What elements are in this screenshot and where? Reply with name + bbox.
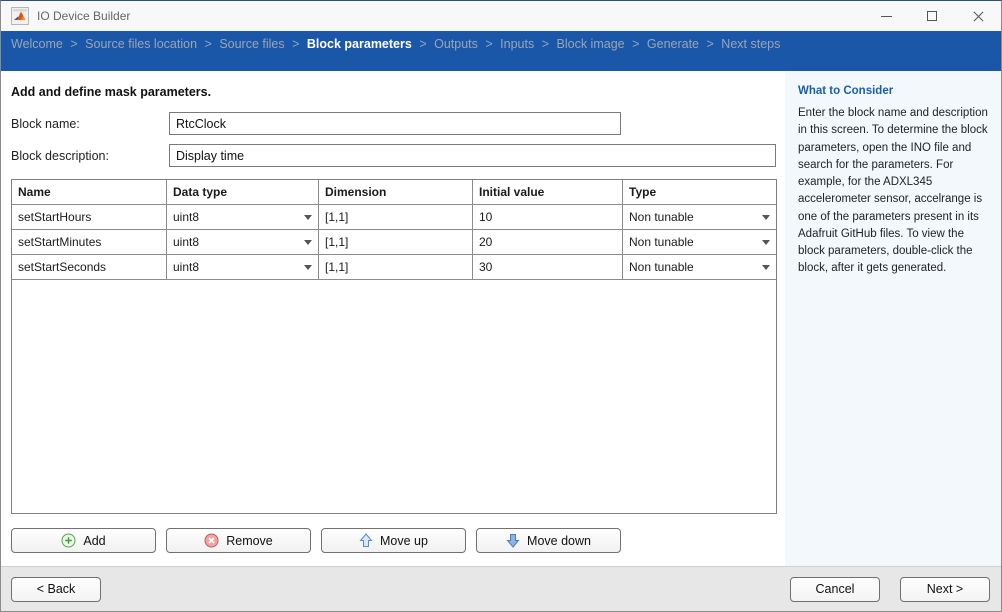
- window-title: IO Device Builder: [37, 9, 130, 23]
- table-header-row: Name Data type Dimension Initial value T…: [12, 180, 776, 205]
- titlebar: IO Device Builder: [1, 1, 1001, 31]
- cell-type[interactable]: Non tunable: [623, 230, 776, 254]
- main-panel: Add and define mask parameters. Block na…: [1, 71, 785, 566]
- what-to-consider-panel: What to Consider Enter the block name an…: [785, 71, 1001, 566]
- cell-dimension[interactable]: [1,1]: [319, 205, 473, 229]
- breadcrumb-separator: >: [707, 37, 714, 51]
- column-header-data-type: Data type: [167, 180, 319, 204]
- parameters-table: Name Data type Dimension Initial value T…: [11, 179, 777, 514]
- dropdown-arrow-icon[interactable]: [304, 215, 312, 220]
- dropdown-arrow-icon[interactable]: [304, 265, 312, 270]
- cell-type-value: Non tunable: [629, 260, 694, 274]
- cell-type[interactable]: Non tunable: [623, 255, 776, 279]
- breadcrumb-separator: >: [485, 37, 492, 51]
- cell-name[interactable]: setStartSeconds: [12, 255, 167, 279]
- table-row: setStartHours uint8 [1,1] 10 Non tunable: [12, 205, 776, 230]
- cell-data-type[interactable]: uint8: [167, 255, 319, 279]
- next-button[interactable]: Next >: [900, 577, 990, 602]
- move-down-button-label: Move down: [527, 534, 591, 548]
- add-button[interactable]: Add: [11, 528, 156, 553]
- remove-button[interactable]: Remove: [166, 528, 311, 553]
- breadcrumb-separator: >: [205, 37, 212, 51]
- cell-initial-value[interactable]: 10: [473, 205, 623, 229]
- move-up-button-label: Move up: [380, 534, 428, 548]
- cell-initial-value[interactable]: 20: [473, 230, 623, 254]
- cell-data-type-value: uint8: [173, 235, 199, 249]
- move-up-icon: [359, 533, 373, 548]
- column-header-initial-value: Initial value: [473, 180, 623, 204]
- breadcrumb-item-generate: Generate: [647, 37, 699, 51]
- column-header-name: Name: [12, 180, 167, 204]
- breadcrumb-separator: >: [542, 37, 549, 51]
- breadcrumb-item-block-parameters: Block parameters: [307, 37, 412, 51]
- block-description-input[interactable]: [169, 144, 776, 167]
- move-up-button[interactable]: Move up: [321, 528, 466, 553]
- breadcrumb-item-outputs: Outputs: [434, 37, 478, 51]
- breadcrumb-item-welcome: Welcome: [11, 37, 63, 51]
- maximize-icon: [927, 11, 937, 21]
- breadcrumb-bar: Welcome > Source files location > Source…: [1, 31, 1001, 71]
- block-name-input[interactable]: [169, 112, 621, 135]
- cell-type-value: Non tunable: [629, 235, 694, 249]
- io-device-builder-window: IO Device Builder Welcome > Source files…: [0, 0, 1002, 612]
- block-name-label: Block name:: [11, 117, 169, 131]
- cell-data-type[interactable]: uint8: [167, 205, 319, 229]
- cell-name[interactable]: setStartMinutes: [12, 230, 167, 254]
- table-row: setStartMinutes uint8 [1,1] 20 Non tunab…: [12, 230, 776, 255]
- footer-bar: < Back Cancel Next >: [1, 566, 1001, 611]
- matlab-logo-icon: [11, 7, 29, 25]
- breadcrumb-separator: >: [70, 37, 77, 51]
- breadcrumb-separator: >: [292, 37, 299, 51]
- dropdown-arrow-icon[interactable]: [304, 240, 312, 245]
- breadcrumb-separator: >: [419, 37, 426, 51]
- cell-initial-value[interactable]: 30: [473, 255, 623, 279]
- cancel-button[interactable]: Cancel: [790, 577, 880, 602]
- dropdown-arrow-icon[interactable]: [762, 240, 770, 245]
- cell-type[interactable]: Non tunable: [623, 205, 776, 229]
- page-heading: Add and define mask parameters.: [11, 85, 785, 99]
- breadcrumb-item-block-image: Block image: [557, 37, 625, 51]
- block-description-label: Block description:: [11, 149, 169, 163]
- close-icon: [972, 10, 985, 23]
- move-down-icon: [506, 533, 520, 548]
- breadcrumb-item-inputs: Inputs: [500, 37, 534, 51]
- add-icon: [61, 533, 76, 548]
- dropdown-arrow-icon[interactable]: [762, 215, 770, 220]
- cell-data-type[interactable]: uint8: [167, 230, 319, 254]
- add-button-label: Add: [83, 534, 105, 548]
- breadcrumb-separator: >: [632, 37, 639, 51]
- minimize-button[interactable]: [863, 1, 909, 31]
- maximize-button[interactable]: [909, 1, 955, 31]
- close-button[interactable]: [955, 1, 1001, 31]
- cell-data-type-value: uint8: [173, 210, 199, 224]
- window-controls: [863, 1, 1001, 31]
- what-to-consider-title: What to Consider: [798, 85, 991, 97]
- cell-dimension[interactable]: [1,1]: [319, 230, 473, 254]
- dropdown-arrow-icon[interactable]: [762, 265, 770, 270]
- back-button[interactable]: < Back: [11, 577, 101, 602]
- column-header-type: Type: [623, 180, 776, 204]
- cell-data-type-value: uint8: [173, 260, 199, 274]
- remove-icon: [204, 533, 219, 548]
- table-empty-area: [12, 280, 776, 513]
- what-to-consider-text: Enter the block name and description in …: [798, 105, 991, 278]
- breadcrumb-item-next-steps: Next steps: [721, 37, 780, 51]
- remove-button-label: Remove: [226, 534, 273, 548]
- breadcrumb-item-source-files: Source files: [219, 37, 284, 51]
- cell-name[interactable]: setStartHours: [12, 205, 167, 229]
- table-row: setStartSeconds uint8 [1,1] 30 Non tunab…: [12, 255, 776, 280]
- breadcrumb-item-source-files-location: Source files location: [85, 37, 197, 51]
- minimize-icon: [881, 16, 892, 17]
- cell-dimension[interactable]: [1,1]: [319, 255, 473, 279]
- move-down-button[interactable]: Move down: [476, 528, 621, 553]
- column-header-dimension: Dimension: [319, 180, 473, 204]
- cell-type-value: Non tunable: [629, 210, 694, 224]
